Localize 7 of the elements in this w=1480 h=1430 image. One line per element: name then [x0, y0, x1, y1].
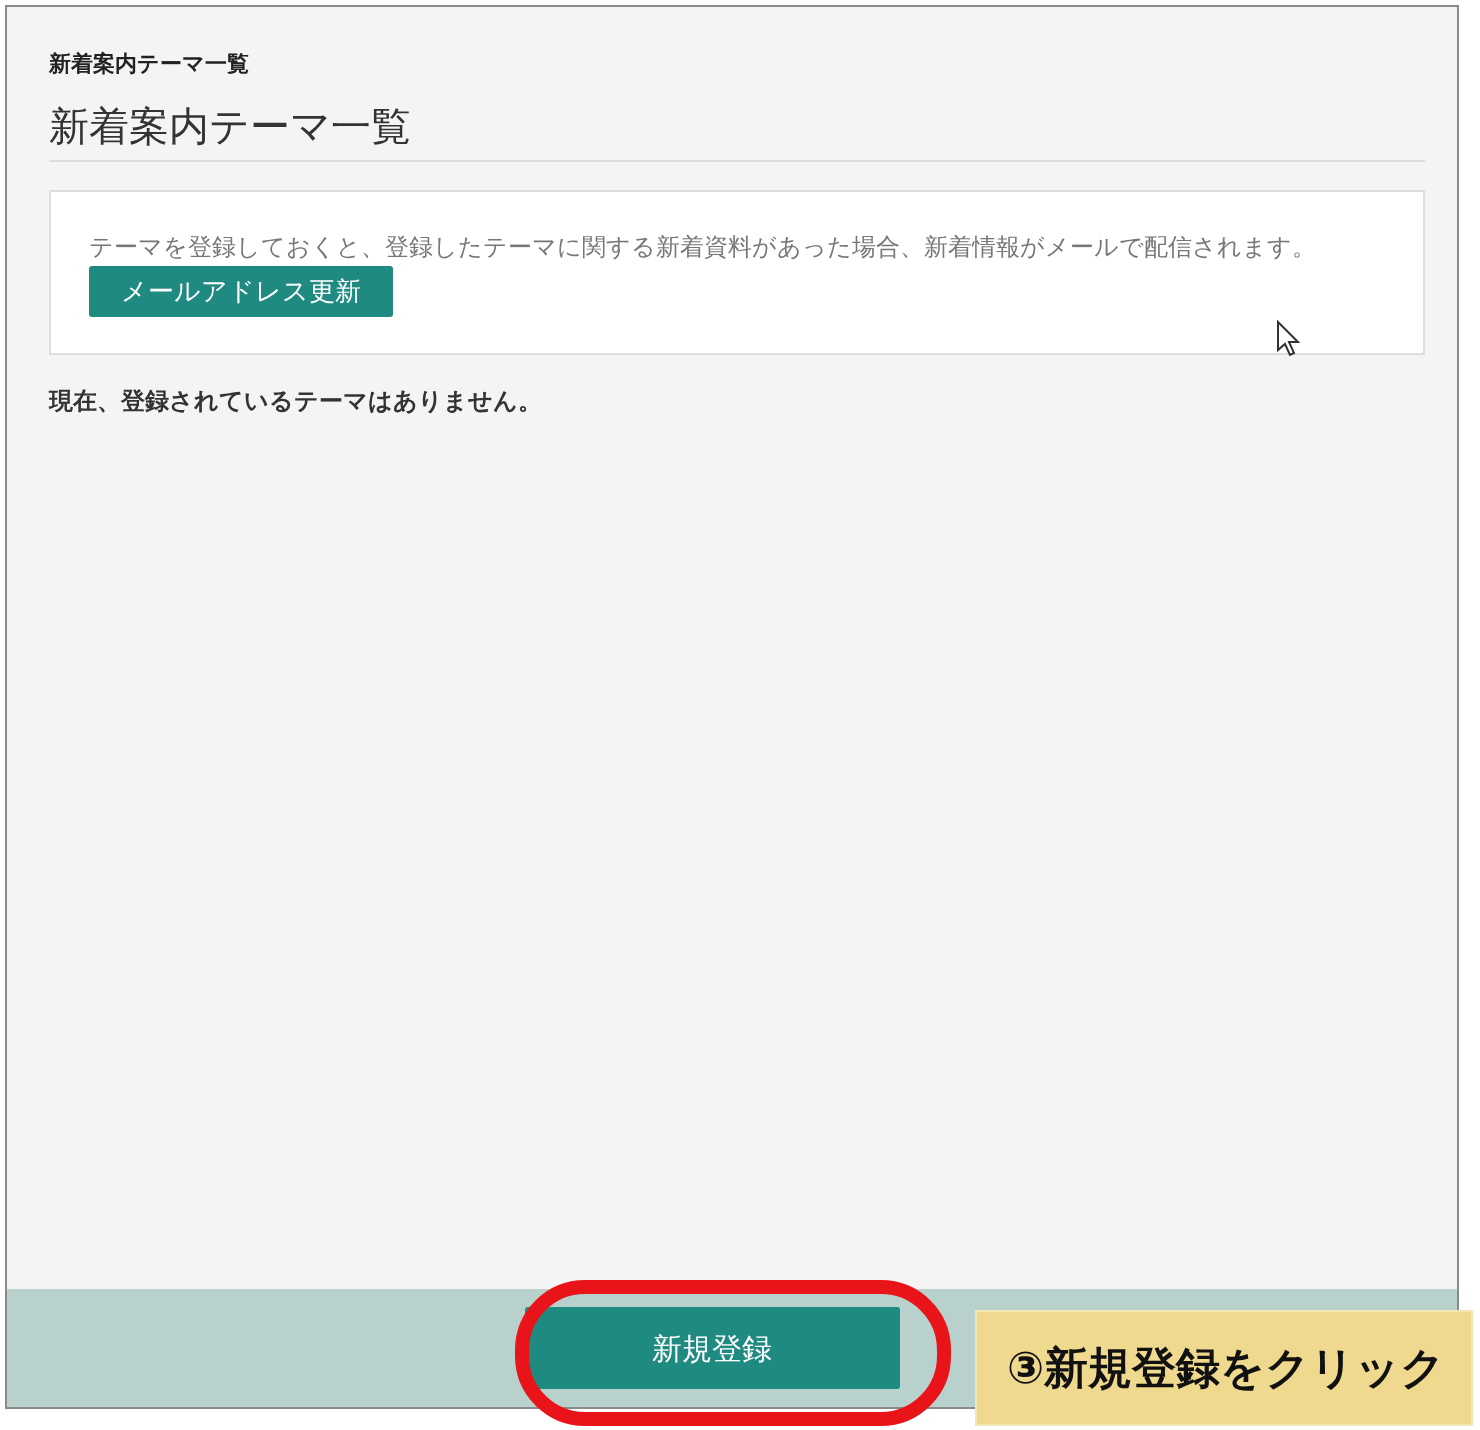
breadcrumb: 新着案内テーマ一覧 [49, 50, 250, 78]
email-update-button[interactable]: メールアドレス更新 [89, 266, 393, 318]
annotation-callout: ③新規登録をクリック [975, 1310, 1473, 1426]
new-registration-button[interactable]: 新規登録 [524, 1307, 900, 1389]
info-text: テーマを登録しておくと、登録したテーマに関する新着資料があった場合、新着情報がメールで配信されます。 [89, 232, 1317, 263]
empty-message: 現在、登録されているテーマはありません。 [49, 386, 543, 418]
page-title: 新着案内テーマ一覧 [49, 102, 1425, 162]
